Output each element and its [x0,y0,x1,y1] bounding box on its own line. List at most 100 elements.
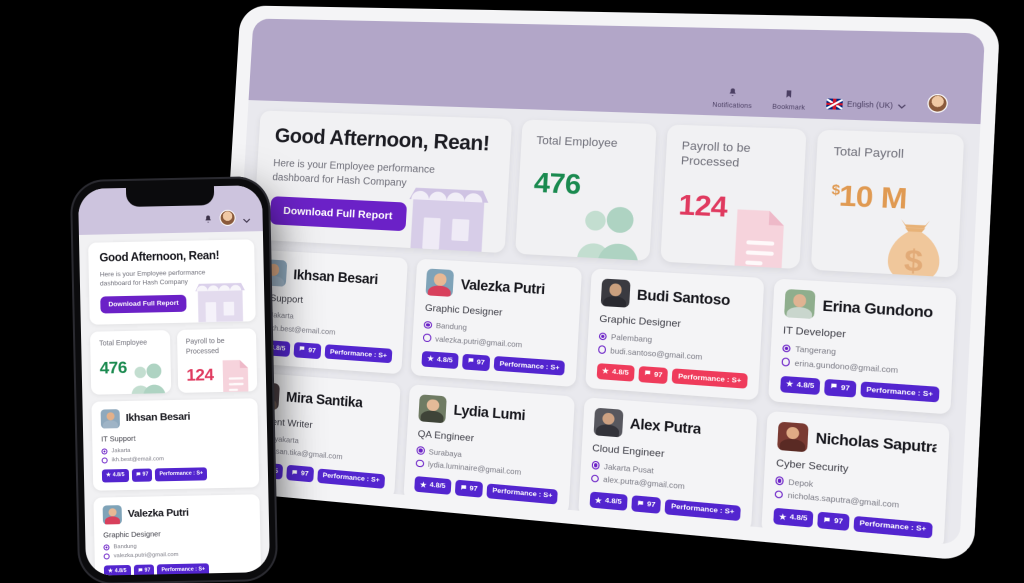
employee-card[interactable]: Erina Gundono IT Developer Tangerang erina.… [767,278,957,414]
performance-badge[interactable]: Performance : S+ [324,344,393,364]
uk-flag-icon [825,98,843,110]
rating-badge[interactable]: ★4.8/5 [101,468,129,483]
comments-badge[interactable]: 97 [133,564,155,576]
employee-card[interactable]: Valezka Putri Graphic Designer Bandung vale… [410,258,582,387]
stat-card-total-employee[interactable]: Total Employee 476 [515,119,657,261]
employee-photo [600,278,631,308]
location-icon [103,544,110,551]
employee-photo [783,288,816,320]
employee-card[interactable]: Nicholas Saputra Cyber Security Depok nicho… [760,410,950,546]
comments-count: 97 [833,517,844,526]
rating-badge[interactable]: ★4.8/5 [421,350,459,369]
employee-city: Bandung [113,543,137,550]
rating-badge[interactable]: ★4.8/5 [596,362,635,382]
bell-icon[interactable] [204,214,213,226]
star-icon: ★ [419,481,427,490]
rating-badge[interactable]: ★4.8/5 [414,476,452,495]
employee-photo [593,407,623,437]
svg-text:$: $ [903,243,924,278]
star-icon: ★ [594,496,602,505]
comment-icon [823,516,830,525]
performance-badge[interactable]: Performance : S+ [853,515,933,538]
rating-badge[interactable]: ★4.8/5 [772,507,814,528]
comments-badge[interactable]: 97 [461,353,491,371]
employee-role: Graphic Designer [103,528,161,540]
performance-value: Performance : S+ [159,470,204,478]
download-full-report-button[interactable]: Download Full Report [269,196,407,232]
avatar[interactable] [219,209,236,227]
comments-badge[interactable]: 97 [631,495,662,514]
performance-value: Performance : S+ [866,385,934,399]
email-icon [590,474,600,483]
bookmark-icon [784,89,794,102]
chevron-down-icon[interactable] [243,216,251,225]
employee-card[interactable]: Lydia Lumi QA Engineer Surabaya lydia.lumin… [403,383,575,516]
performance-badge[interactable]: Performance : S+ [157,562,210,576]
comments-badge[interactable]: 97 [131,468,153,482]
rating-badge[interactable]: ★4.8/5 [588,491,628,511]
phone-employee-list: Ikhsan Besari IT Support Jakarta ikh.best@e… [91,397,262,576]
money-bag-icon: $ [886,219,941,278]
employee-card[interactable]: Valezka Putri Graphic Designer Bandung vale… [93,493,262,576]
employee-badges: ★4.8/5 97 Performance : S+ [103,562,252,576]
performance-badge[interactable]: Performance : S+ [672,368,748,389]
performance-badge[interactable]: Performance : S+ [486,482,559,505]
comments-badge[interactable]: 97 [286,464,315,483]
phone-body: Good Afternoon, Rean! Here is your Emplo… [79,231,270,576]
performance-badge[interactable]: Performance : S+ [317,467,386,489]
employee-meta: Tangerang erina.gundono@gmail.com [781,343,941,377]
stat-card-payroll-to-be-processed[interactable]: Payroll to be Processed 124 [660,124,807,270]
performance-value: Performance : S+ [161,566,206,574]
email-icon [423,333,432,342]
phone-device: Good Afternoon, Rean! Here is your Emplo… [69,175,279,583]
employee-card[interactable]: Ikhsan Besari IT Support Jakarta ikh.best@e… [91,397,260,491]
location-icon [591,460,600,470]
employee-email: ikh.best@email.com [268,322,336,337]
comments-badge[interactable]: 97 [454,479,484,498]
rating-value: 4.8/5 [796,380,815,390]
avatar[interactable] [926,93,949,114]
comments-badge[interactable]: 97 [817,511,850,531]
bell-icon [727,87,738,100]
employee-photo [425,268,455,297]
employee-header: Valezka Putri [102,502,251,525]
employee-city: Jakarta [111,447,131,454]
stat-card-total-employee[interactable]: Total Employee 476 [89,330,171,395]
comments-badge[interactable]: 97 [824,378,857,398]
employee-role: IT Developer [782,324,847,341]
employee-email: valezka.putri@gmail.com [113,551,179,559]
performance-badge[interactable]: Performance : S+ [860,381,940,403]
performance-badge[interactable]: Performance : S+ [155,466,208,482]
employee-name: Valezka Putri [460,276,546,297]
stat-amount: 10 M [838,179,908,216]
star-icon: ★ [107,568,113,575]
language-selector[interactable]: English (UK) [825,98,907,115]
employee-name: Valezka Putri [127,506,189,521]
employee-badges: ★4.8/5 97 Performance : S+ [101,466,250,483]
employee-name: Nicholas Saputra [815,429,937,456]
comments-badge[interactable]: 97 [293,341,322,359]
bookmark-button[interactable]: Bookmark [772,88,806,112]
stat-card-total-payroll[interactable]: Total Payroll $10 M $ [811,129,965,278]
performance-badge[interactable]: Performance : S+ [665,498,741,521]
rating-badge[interactable]: ★4.8/5 [779,375,821,395]
employee-badges: ★4.8/5 97 Performance : S+ [596,362,748,390]
rating-value: 4.8/5 [429,481,446,491]
location-icon [101,448,108,455]
comments-badge[interactable]: 97 [638,365,669,384]
stat-label: Payroll to be Processed [185,338,225,356]
comments-count: 97 [144,567,151,574]
employee-role: Graphic Designer [599,313,682,331]
performance-badge[interactable]: Performance : S+ [493,355,566,376]
rating-badge[interactable]: ★4.8/5 [103,564,131,576]
employee-card[interactable]: Alex Putra Cloud Engineer Jakarta Pusat ale… [577,396,758,532]
download-full-report-button[interactable]: Download Full Report [100,295,187,314]
performance-value: Performance : S+ [677,372,742,385]
comment-icon [644,370,651,379]
employee-city: Tangerang [795,344,837,357]
comments-count: 97 [840,383,851,393]
employee-card[interactable]: Budi Santoso Graphic Designer Palembang bud… [584,268,765,400]
screenshot-stage: Notifications Bookmark English (UK) Good… [0,0,1024,583]
stat-card-payroll-to-be-processed[interactable]: Payroll to be Processed 124 [176,328,258,393]
notifications-button[interactable]: Notifications [712,87,753,110]
